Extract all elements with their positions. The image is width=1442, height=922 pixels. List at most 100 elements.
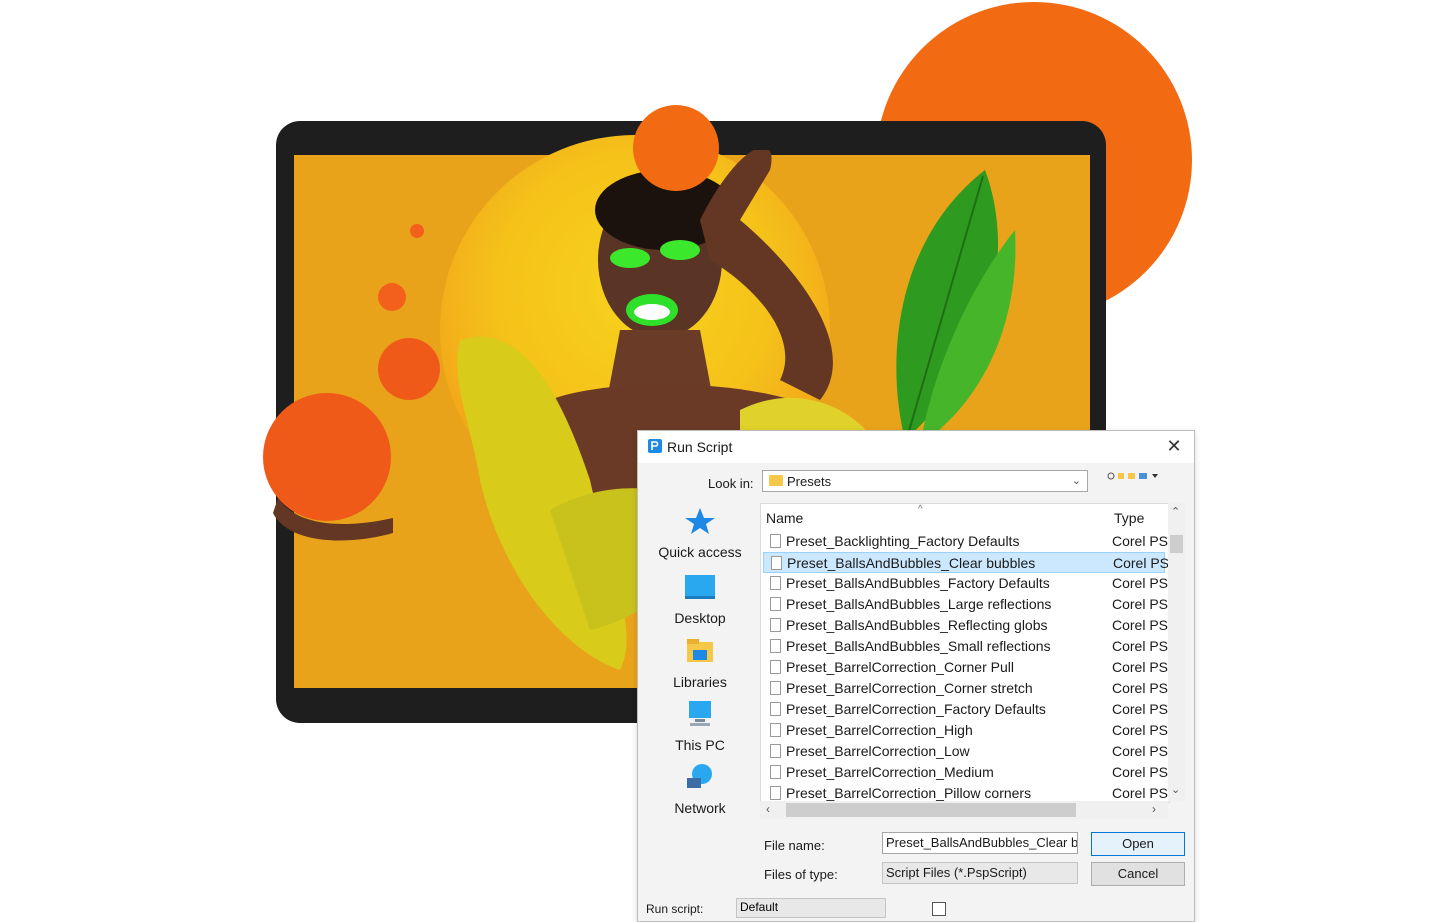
dialog-titlebar: Run Script ✕ — [638, 431, 1194, 463]
file-type: Corel PS — [1112, 533, 1169, 549]
network-icon — [687, 764, 712, 788]
file-name-input[interactable]: Preset_BallsAndBubbles_Clear bubbles — [882, 832, 1078, 854]
scroll-right-icon[interactable]: › — [1152, 802, 1156, 816]
list-item[interactable]: Preset_BallsAndBubbles_Factory Defaults C… — [763, 573, 1169, 594]
file-name: Preset_BallsAndBubbles_Large reflections — [786, 596, 1052, 612]
file-name: Preset_BarrelCorrection_Corner stretch — [786, 680, 1033, 696]
file-type: Corel PS — [1112, 638, 1169, 654]
file-name: Preset_BallsAndBubbles_Clear bubbles — [787, 555, 1036, 571]
place-desktop[interactable]: Desktop — [648, 572, 752, 626]
file-name: Preset_Backlighting_Factory Defaults — [786, 533, 1020, 549]
scroll-left-icon[interactable]: ‹ — [766, 802, 770, 816]
place-libraries[interactable]: Libraries — [648, 636, 752, 690]
libraries-icon — [687, 639, 713, 662]
scrollbar-thumb[interactable] — [786, 803, 1076, 817]
run-script-dropdown[interactable]: Default — [736, 898, 886, 918]
decorative-circle — [633, 105, 719, 191]
list-item[interactable]: Preset_BarrelCorrection_Medium Corel PS — [763, 762, 1169, 783]
place-quick-access[interactable]: Quick access — [648, 506, 752, 560]
file-name: Preset_BarrelCorrection_Medium — [786, 764, 994, 780]
close-icon[interactable]: ✕ — [1164, 436, 1184, 456]
star-icon — [685, 508, 715, 534]
list-item[interactable]: Preset_BarrelCorrection_Corner stretch Co… — [763, 678, 1169, 699]
place-label: Quick access — [658, 544, 742, 560]
file-icon — [770, 681, 781, 695]
file-type: Corel PS — [1113, 555, 1170, 571]
file-type: Corel PS — [1112, 743, 1169, 759]
file-icon — [770, 597, 781, 611]
list-item[interactable]: Preset_BallsAndBubbles_Large reflections… — [763, 594, 1169, 615]
look-in-value: Presets — [787, 474, 832, 489]
file-name: Preset_BarrelCorrection_High — [786, 722, 973, 738]
place-label: Desktop — [674, 610, 726, 626]
place-label: Network — [674, 800, 726, 816]
open-button[interactable]: Open — [1091, 832, 1185, 856]
list-item[interactable]: Preset_BarrelCorrection_Corner Pull Corel… — [763, 657, 1169, 678]
places-bar: Quick access Desktop Libraries This PC N… — [648, 506, 752, 826]
file-type: Corel PS — [1112, 617, 1169, 633]
file-type: Corel PS — [1112, 659, 1169, 675]
file-icon — [770, 618, 781, 632]
computer-icon — [689, 701, 711, 726]
file-icon — [770, 576, 781, 590]
chevron-down-icon: ⌄ — [1071, 475, 1081, 487]
scroll-up-icon[interactable]: ⌃ — [1171, 505, 1180, 518]
file-name: Preset_BallsAndBubbles_Reflecting globs — [786, 617, 1048, 633]
place-this-pc[interactable]: This PC — [648, 699, 752, 753]
column-header-name[interactable]: Name — [766, 510, 803, 526]
file-name: Preset_BarrelCorrection_Factory Defaults — [786, 701, 1046, 717]
file-icon — [770, 534, 781, 548]
list-item[interactable]: Preset_BarrelCorrection_Low Corel PS — [763, 741, 1169, 762]
file-type: Corel PS — [1112, 680, 1169, 696]
list-item[interactable]: Preset_BarrelCorrection_Factory Defaults… — [763, 699, 1169, 720]
file-name: Preset_BallsAndBubbles_Factory Defaults — [786, 575, 1050, 591]
vertical-scrollbar[interactable]: ⌃ ⌄ — [1168, 503, 1185, 801]
file-icon — [770, 765, 781, 779]
place-network[interactable]: Network — [648, 762, 752, 816]
decorative-dot — [410, 224, 424, 238]
decorative-dot — [378, 338, 440, 400]
run-script-dialog: Run Script ✕ Look in: Presets ⌄ Quick ac… — [637, 430, 1195, 922]
look-in-label: Look in: — [708, 476, 754, 491]
toolbar-icons — [1107, 472, 1158, 480]
files-of-type-label: Files of type: — [764, 867, 838, 882]
scrollbar-thumb[interactable] — [1170, 535, 1183, 553]
look-in-dropdown[interactable]: Presets ⌄ — [762, 470, 1088, 492]
hand-illustration — [273, 498, 393, 541]
place-label: This PC — [675, 737, 725, 753]
list-item[interactable]: Preset_BarrelCorrection_Pillow corners Co… — [763, 783, 1169, 802]
file-type: Corel PS — [1112, 785, 1169, 801]
file-name: Preset_BarrelCorrection_Pillow corners — [786, 785, 1032, 801]
run-script-label: Run script: — [646, 902, 704, 916]
list-item[interactable]: Preset_BallsAndBubbles_Small reflections… — [763, 636, 1169, 657]
run-script-checkbox[interactable] — [932, 902, 946, 916]
file-icon — [770, 744, 781, 758]
decorative-dot — [378, 283, 406, 311]
file-name: Preset_BarrelCorrection_Corner Pull — [786, 659, 1014, 675]
list-item[interactable]: Preset_BallsAndBubbles_Reflecting globs C… — [763, 615, 1169, 636]
column-header-type[interactable]: Type — [1114, 510, 1144, 526]
file-icon — [770, 660, 781, 674]
cancel-button[interactable]: Cancel — [1091, 862, 1185, 886]
desktop-icon — [685, 575, 715, 599]
dialog-title: Run Script — [667, 439, 733, 455]
file-list[interactable]: Name ^ Type Preset_Backlighting_Factory … — [760, 503, 1170, 803]
file-type: Corel PS — [1112, 596, 1169, 612]
file-type: Corel PS — [1112, 764, 1169, 780]
file-type: Corel PS — [1112, 722, 1169, 738]
file-name-label: File name: — [764, 838, 825, 853]
file-type: Corel PS — [1112, 575, 1169, 591]
list-item[interactable]: Preset_BallsAndBubbles_Clear bubbles Core… — [763, 552, 1169, 573]
list-item[interactable]: Preset_Backlighting_Factory Defaults Core… — [763, 531, 1169, 552]
file-icon — [770, 639, 781, 653]
list-item[interactable]: Preset_BarrelCorrection_High Corel PS — [763, 720, 1169, 741]
file-type: Corel PS — [1112, 701, 1169, 717]
horizontal-scrollbar[interactable]: ‹ › — [760, 801, 1168, 819]
list-header: Name ^ Type — [761, 504, 1169, 530]
place-label: Libraries — [673, 674, 727, 690]
files-of-type-dropdown[interactable]: Script Files (*.PspScript) — [882, 862, 1078, 884]
file-icon — [770, 786, 781, 800]
view-toolbar[interactable] — [1106, 469, 1166, 483]
folder-icon — [769, 475, 783, 486]
scroll-down-icon[interactable]: ⌄ — [1171, 783, 1180, 796]
